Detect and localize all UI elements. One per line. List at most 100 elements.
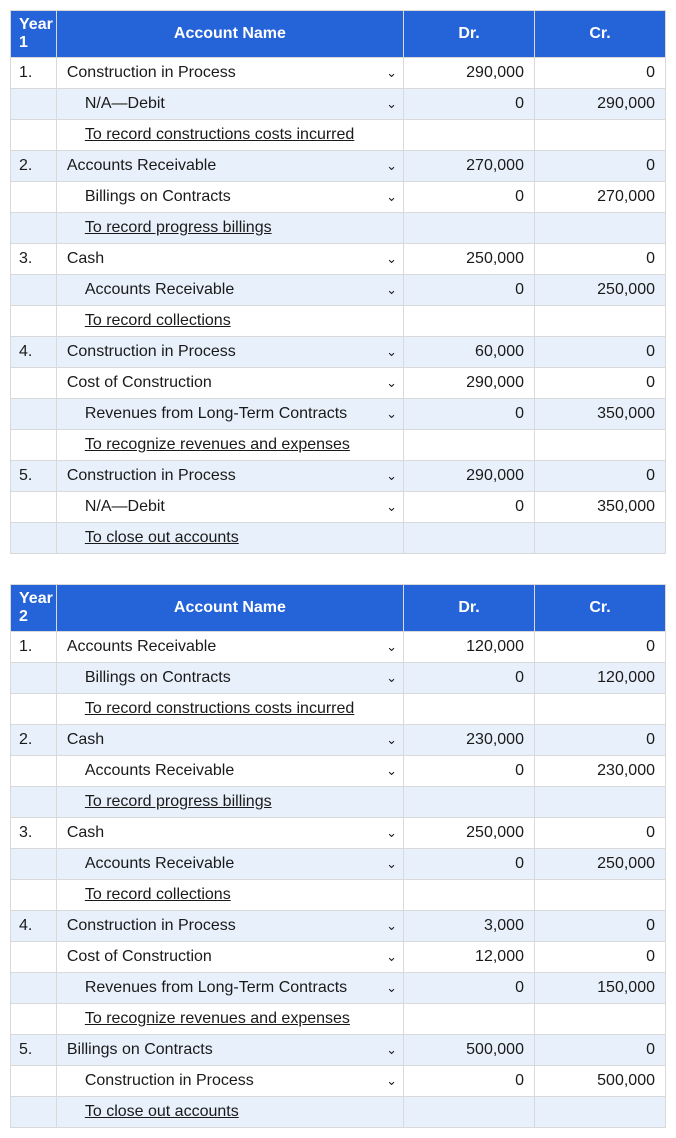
table-row: Revenues from Long-Term Contracts⌄0150,0… (11, 973, 666, 1004)
credit-cell[interactable]: 120,000 (534, 663, 665, 694)
credit-cell[interactable]: 350,000 (534, 492, 665, 523)
credit-header: Cr. (534, 11, 665, 58)
account-dropdown[interactable]: Revenues from Long-Term Contracts⌄ (56, 399, 403, 430)
entry-number (11, 120, 57, 151)
debit-cell[interactable]: 290,000 (403, 461, 534, 492)
account-label: Billings on Contracts (67, 1041, 213, 1058)
account-dropdown[interactable]: Construction in Process⌄ (56, 58, 403, 89)
account-dropdown[interactable]: Accounts Receivable⌄ (56, 151, 403, 182)
credit-cell[interactable]: 0 (534, 911, 665, 942)
debit-cell[interactable]: 0 (403, 756, 534, 787)
account-dropdown[interactable]: Billings on Contracts⌄ (56, 663, 403, 694)
entry-number: 1. (11, 58, 57, 89)
credit-cell[interactable]: 270,000 (534, 182, 665, 213)
entry-number (11, 1004, 57, 1035)
credit-cell[interactable]: 0 (534, 58, 665, 89)
entry-memo: To close out accounts (56, 523, 403, 554)
account-label: To close out accounts (85, 1103, 239, 1120)
debit-cell[interactable]: 0 (403, 182, 534, 213)
credit-cell[interactable]: 0 (534, 1035, 665, 1066)
account-dropdown[interactable]: Accounts Receivable⌄ (56, 756, 403, 787)
entry-memo: To record constructions costs incurred (56, 694, 403, 725)
account-dropdown[interactable]: Construction in Process⌄ (56, 461, 403, 492)
debit-cell[interactable]: 290,000 (403, 58, 534, 89)
debit-cell[interactable]: 250,000 (403, 818, 534, 849)
account-dropdown[interactable]: Construction in Process⌄ (56, 1066, 403, 1097)
debit-cell[interactable]: 120,000 (403, 632, 534, 663)
credit-cell[interactable]: 500,000 (534, 1066, 665, 1097)
account-label: To record collections (85, 886, 231, 903)
debit-cell[interactable]: 0 (403, 1066, 534, 1097)
account-dropdown[interactable]: Billings on Contracts⌄ (56, 182, 403, 213)
debit-cell[interactable]: 0 (403, 275, 534, 306)
debit-cell[interactable]: 3,000 (403, 911, 534, 942)
credit-cell[interactable]: 0 (534, 942, 665, 973)
account-dropdown[interactable]: Accounts Receivable⌄ (56, 849, 403, 880)
account-dropdown[interactable]: N/A—Debit⌄ (56, 492, 403, 523)
debit-cell[interactable]: 230,000 (403, 725, 534, 756)
credit-cell[interactable]: 250,000 (534, 849, 665, 880)
account-dropdown[interactable]: Cost of Construction⌄ (56, 368, 403, 399)
debit-cell (403, 1097, 534, 1128)
entry-number (11, 182, 57, 213)
debit-cell[interactable]: 60,000 (403, 337, 534, 368)
account-dropdown[interactable]: Cash⌄ (56, 725, 403, 756)
debit-cell[interactable]: 250,000 (403, 244, 534, 275)
credit-cell[interactable]: 230,000 (534, 756, 665, 787)
credit-cell[interactable]: 0 (534, 368, 665, 399)
account-dropdown[interactable]: Accounts Receivable⌄ (56, 632, 403, 663)
debit-cell[interactable]: 12,000 (403, 942, 534, 973)
account-dropdown[interactable]: Construction in Process⌄ (56, 337, 403, 368)
account-dropdown[interactable]: Revenues from Long-Term Contracts⌄ (56, 973, 403, 1004)
credit-cell[interactable]: 0 (534, 151, 665, 182)
debit-cell[interactable]: 0 (403, 849, 534, 880)
credit-cell[interactable]: 350,000 (534, 399, 665, 430)
chevron-down-icon: ⌄ (386, 1073, 397, 1089)
account-dropdown[interactable]: Billings on Contracts ⌄ (56, 1035, 403, 1066)
account-dropdown[interactable]: Construction in Process⌄ (56, 911, 403, 942)
entry-memo: To record progress billings (56, 213, 403, 244)
chevron-down-icon: ⌄ (386, 918, 397, 934)
entry-number: 3. (11, 244, 57, 275)
chevron-down-icon: ⌄ (386, 96, 397, 112)
entry-number: 2. (11, 725, 57, 756)
credit-cell[interactable]: 290,000 (534, 89, 665, 120)
debit-cell[interactable]: 270,000 (403, 151, 534, 182)
credit-cell[interactable]: 0 (534, 725, 665, 756)
credit-cell[interactable]: 0 (534, 337, 665, 368)
account-dropdown[interactable]: Cash⌄ (56, 244, 403, 275)
entry-memo: To close out accounts (56, 1097, 403, 1128)
chevron-down-icon: ⌄ (386, 282, 397, 298)
chevron-down-icon: ⌄ (386, 1042, 397, 1058)
debit-cell[interactable]: 290,000 (403, 368, 534, 399)
entry-memo: To record collections (56, 306, 403, 337)
credit-cell[interactable]: 0 (534, 632, 665, 663)
debit-cell[interactable]: 0 (403, 89, 534, 120)
credit-cell[interactable]: 0 (534, 461, 665, 492)
credit-cell[interactable]: 0 (534, 244, 665, 275)
entry-number (11, 663, 57, 694)
credit-cell (534, 880, 665, 911)
table-row: 4.Construction in Process⌄3,0000 (11, 911, 666, 942)
credit-cell[interactable]: 250,000 (534, 275, 665, 306)
entry-number (11, 849, 57, 880)
entry-memo: To recognize revenues and expenses (56, 1004, 403, 1035)
debit-cell[interactable]: 500,000 (403, 1035, 534, 1066)
account-dropdown[interactable]: N/A—Debit⌄ (56, 89, 403, 120)
debit-cell[interactable]: 0 (403, 492, 534, 523)
entry-number (11, 787, 57, 818)
account-label: To record collections (85, 312, 231, 329)
debit-cell[interactable]: 0 (403, 973, 534, 1004)
credit-cell[interactable]: 150,000 (534, 973, 665, 1004)
entry-number (11, 942, 57, 973)
credit-cell[interactable]: 0 (534, 818, 665, 849)
debit-cell[interactable]: 0 (403, 663, 534, 694)
entry-number (11, 306, 57, 337)
debit-cell[interactable]: 0 (403, 399, 534, 430)
account-dropdown[interactable]: Accounts Receivable⌄ (56, 275, 403, 306)
account-dropdown[interactable]: Cash⌄ (56, 818, 403, 849)
account-dropdown[interactable]: Cost of Construction⌄ (56, 942, 403, 973)
year-header: Year 2 (11, 585, 57, 632)
chevron-down-icon: ⌄ (386, 763, 397, 779)
entry-number (11, 275, 57, 306)
